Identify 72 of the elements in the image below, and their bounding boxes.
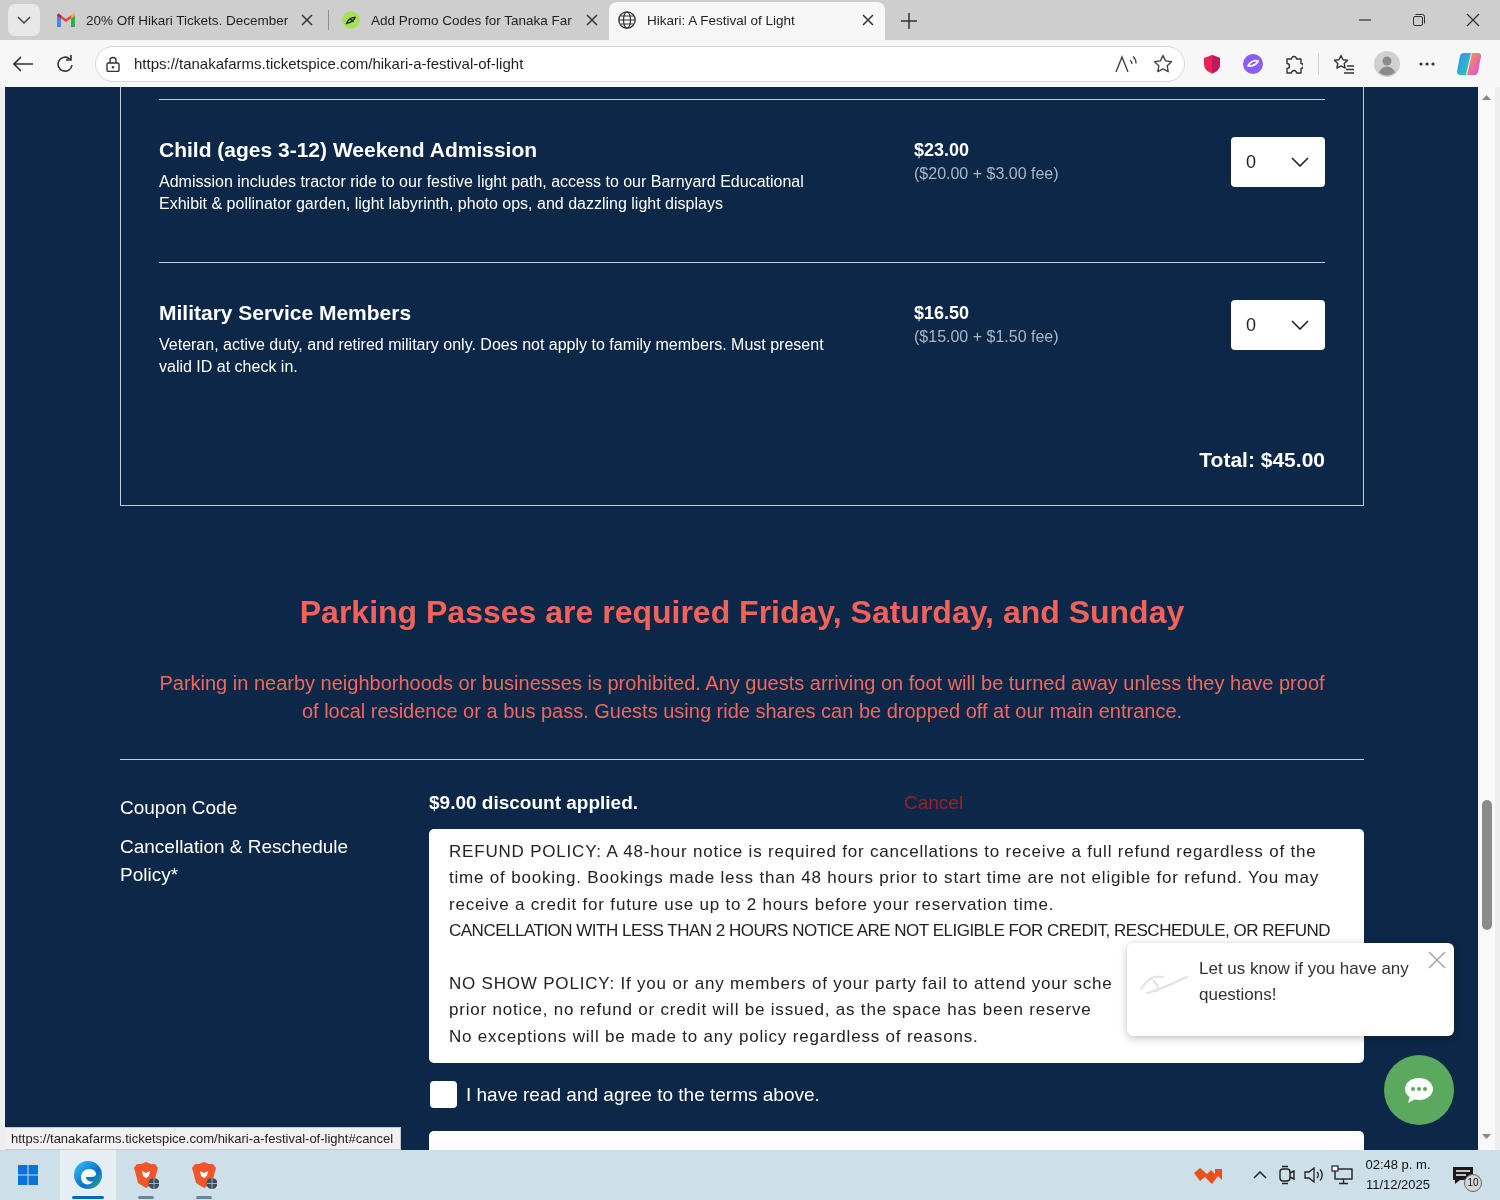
close-icon[interactable] <box>301 14 313 26</box>
start-icon[interactable] <box>18 1165 38 1185</box>
parking-heading: Parking Passes are required Friday, Saturday, and Sunday <box>299 593 1185 632</box>
policy-text: REFUND POLICY: A 48-hour notice is required for cancellations to receive a full refund regardless of the time of booking. Bookings made less than 48 hours prior to start time are not eligible for refund. You may receive a credit for future use up to 2 hours before your reservation time. <box>449 841 1321 916</box>
scrollbar-thumb[interactable] <box>1482 800 1492 930</box>
chat-icon <box>1404 1076 1434 1104</box>
status-url: https://tanakafarms.ticketspice.com/hikari-a-festival-of-light#cancel <box>5 1127 402 1150</box>
browser-tab[interactable]: Add Promo Codes for Tanaka Far <box>333 2 609 38</box>
shield-icon <box>191 1161 217 1189</box>
close-icon[interactable] <box>862 14 874 26</box>
puzzle-icon[interactable] <box>1285 53 1303 74</box>
policy-text: CANCELLATION WITH LESS THAN 2 HOURS NOTICE ARE NOT ELIGIBLE FOR CREDIT, RESCHEDULE, OR REFUND <box>449 920 1331 943</box>
policy-text: No exceptions will be made to any policy regardless of reasons. <box>449 1025 979 1048</box>
agree-label: I have read and agree to the terms above. <box>466 1082 820 1107</box>
volume-icon[interactable] <box>1304 1167 1324 1183</box>
close-icon[interactable] <box>1466 13 1480 27</box>
clock-time[interactable]: 02:48 p. m. <box>1365 1155 1431 1175</box>
address-bar[interactable]: https://tanakafarms.ticketspice.com/hikari-a-festival-of-light <box>95 45 1185 82</box>
quantity-select[interactable]: 0 <box>1231 300 1325 350</box>
scroll-down-icon[interactable] <box>1482 1134 1491 1139</box>
order-total: Total: $45.00 <box>1199 447 1325 473</box>
agree-checkbox[interactable] <box>430 1081 457 1109</box>
scrollbar[interactable] <box>1478 87 1495 1150</box>
ticket-price: $16.50 <box>914 302 970 325</box>
shield-icon <box>133 1161 159 1189</box>
price-breakdown: ($15.00 + $1.50 fee) <box>914 327 1059 347</box>
close-icon[interactable] <box>586 14 598 26</box>
ticket-description: Veteran, active duty, and retired military only. Does not apply to family members. Must present valid ID at check in. <box>159 335 825 377</box>
browser-tab[interactable]: Hikari: A Festival of Light <box>609 2 885 40</box>
quantity-select[interactable]: 0 <box>1231 137 1325 187</box>
reload-icon[interactable] <box>55 53 75 74</box>
swirl-icon[interactable] <box>1243 53 1263 74</box>
ticket-name: Child (ages 3-12) Weekend Admission <box>159 137 538 163</box>
chevron-icon[interactable] <box>1253 1171 1267 1179</box>
favorites-icon[interactable] <box>1333 53 1355 74</box>
ticket-description: Admission includes tractor ride to our festive light path, access to our Barnyard Educational Exhibit & pollinator garden, light labyrinth, photo ops, and dazzling light displays <box>159 172 805 214</box>
read-aloud-icon[interactable] <box>1115 54 1137 73</box>
plus-icon[interactable] <box>901 13 917 29</box>
star-icon[interactable] <box>1153 54 1173 73</box>
taskbar-app[interactable] <box>60 1150 116 1200</box>
lock-icon <box>106 55 120 72</box>
globe-icon <box>618 11 636 29</box>
discount-message: $9.00 discount applied. <box>429 791 639 815</box>
chevron-icon <box>17 16 31 24</box>
logo-icon[interactable] <box>1457 51 1481 76</box>
clock-date[interactable]: 11/12/2025 <box>1365 1175 1431 1195</box>
shield-icon[interactable] <box>1203 53 1221 74</box>
scroll-up-icon[interactable] <box>1482 95 1491 100</box>
chat-message: Let us know if you have any questions! <box>1199 958 1410 1006</box>
swirl-icon <box>342 11 360 29</box>
restore-icon[interactable] <box>1413 14 1425 26</box>
mail-icon <box>57 13 75 27</box>
zigzag-icon[interactable] <box>1193 1166 1223 1184</box>
more-icon[interactable] <box>1419 61 1435 66</box>
policy-text: NO SHOW POLICY: If you or any members of your party fail to attend your sche <box>449 973 1113 995</box>
profile-icon[interactable] <box>1374 50 1400 77</box>
ticket-price: $23.00 <box>914 139 970 162</box>
swirl-icon <box>74 1161 102 1189</box>
network-icon[interactable] <box>1331 1165 1353 1185</box>
notification-count: 10 <box>1464 1174 1482 1192</box>
ticket-name: Military Service Members <box>159 300 412 326</box>
parking-notice: Parking in nearby neighborhoods or businesses is prohibited. Any guests arriving on foot will be turned away unless they have proof of local residence or a bus pass. Guests using ride shares can be dropped off at our main entrance. <box>158 671 1326 724</box>
price-breakdown: ($20.00 + $3.00 fee) <box>914 164 1059 184</box>
policy-label: Cancellation & Reschedule Policy* <box>120 835 350 887</box>
coupon-label: Coupon Code <box>120 796 238 820</box>
back-icon[interactable] <box>13 55 33 72</box>
chevron-icon <box>1291 157 1309 167</box>
policy-text: prior notice, no refund or credit will be issued, as the space has been reserve <box>449 999 1092 1022</box>
browser-tab[interactable]: 20% Off Hikari Tickets. December <box>48 2 324 38</box>
chevron-icon <box>1291 320 1309 330</box>
camera-icon[interactable] <box>1279 1165 1295 1185</box>
tab-list-button[interactable] <box>8 4 40 36</box>
